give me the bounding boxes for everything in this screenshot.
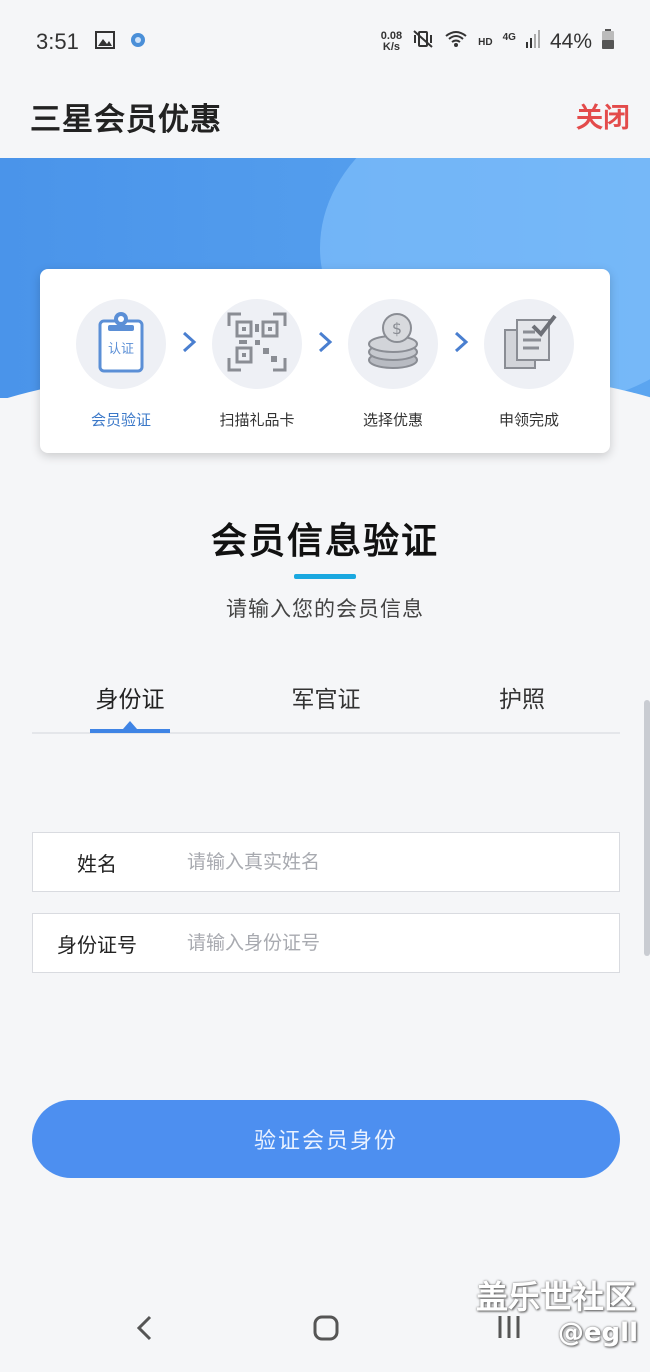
- chevron-right-icon: [452, 331, 470, 353]
- tab-id-card[interactable]: 身份证: [70, 680, 190, 714]
- app-header: 三星会员优惠 关闭: [0, 84, 650, 158]
- section-subtitle: 请输入您的会员信息: [226, 597, 424, 621]
- title-underline: [294, 574, 356, 579]
- battery-percent: 44%: [549, 30, 592, 53]
- tab-indicator: [90, 729, 170, 733]
- vibrate-mute-icon: [412, 29, 434, 55]
- section-title: 会员信息验证: [210, 521, 439, 562]
- step-label: 会员验证: [90, 411, 151, 429]
- qr-code-icon: [227, 312, 287, 376]
- tab-caret: [123, 721, 137, 729]
- step-label: 申领完成: [498, 411, 559, 429]
- coins-icon: $: [363, 312, 423, 376]
- signal-icon: [525, 30, 540, 54]
- tab-passport[interactable]: 护照: [462, 680, 582, 714]
- step-choose-offer: $ 选择优惠: [338, 299, 448, 430]
- page-title: 三星会员优惠: [30, 102, 222, 138]
- scrollbar[interactable]: [644, 700, 650, 956]
- name-row: 姓名: [32, 832, 620, 892]
- home-icon[interactable]: [312, 1314, 340, 1346]
- gallery-icon: [94, 30, 115, 54]
- status-bar: 3:51 0.08 K/s HD 4G 44%: [0, 0, 650, 84]
- chevron-right-icon: [316, 331, 334, 353]
- document-check-icon: [499, 312, 559, 376]
- network-hd: HD: [478, 36, 493, 48]
- steps-card: 认证 会员验证 扫描礼品卡 $ 选择优惠 申领完成: [40, 269, 610, 453]
- close-button[interactable]: 关闭: [576, 96, 630, 135]
- net-speed: 0.08 K/s: [380, 30, 403, 53]
- recent-apps-icon[interactable]: [496, 1314, 522, 1344]
- step-member-verify: 认证 会员验证: [66, 299, 176, 430]
- step-scan-card: 扫描礼品卡: [202, 299, 312, 430]
- back-icon[interactable]: [134, 1314, 156, 1346]
- community-watermark: 盖乐世社区: [475, 1278, 636, 1316]
- name-label: 姓名: [77, 851, 117, 876]
- verify-member-button[interactable]: 验证会员身份: [32, 1100, 620, 1178]
- step-claim-done: 申领完成: [474, 299, 584, 430]
- step-label: 扫描礼品卡: [219, 411, 295, 429]
- battery-icon: [602, 29, 614, 55]
- network-type: 4G: [502, 31, 516, 43]
- chevron-right-icon: [180, 331, 198, 353]
- svg-text:$: $: [392, 319, 402, 338]
- status-time: 3:51: [36, 29, 79, 54]
- tab-officer-card[interactable]: 军官证: [266, 680, 386, 714]
- step-label: 选择优惠: [362, 411, 423, 429]
- clipboard-badge-icon: 认证: [92, 311, 150, 377]
- user-watermark: @egll: [557, 1318, 638, 1348]
- id-number-label: 身份证号: [57, 932, 137, 957]
- id-number-input[interactable]: [161, 914, 619, 972]
- name-input[interactable]: [161, 833, 619, 891]
- wifi-icon: [444, 29, 468, 55]
- app-notification-icon: [129, 31, 147, 54]
- id-number-row: 身份证号: [32, 913, 620, 973]
- step-badge-text: 认证: [108, 342, 134, 357]
- id-type-tabs: 身份证 军官证 护照: [32, 670, 620, 734]
